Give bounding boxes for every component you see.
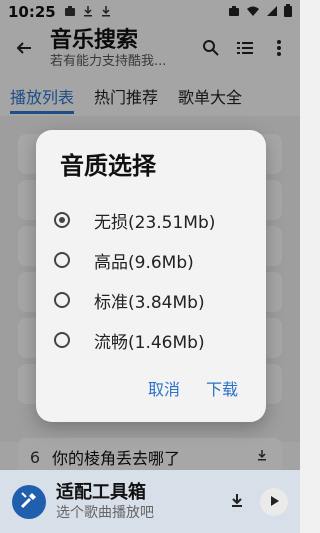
player-actions	[226, 487, 288, 516]
player-title: 适配工具箱	[56, 481, 146, 503]
player-text: 适配工具箱 选个歌曲播放吧	[56, 482, 226, 522]
app-logo	[12, 484, 46, 519]
tools-icon	[19, 490, 39, 514]
dialog-title: 音质选择	[60, 152, 156, 180]
quality-option-high[interactable]: 高品(9.6Mb)	[54, 240, 254, 280]
dialog-actions: 取消 下载	[148, 376, 238, 400]
radio-unchecked-icon[interactable]	[54, 292, 70, 308]
quality-option-lossless[interactable]: 无损(23.51Mb)	[54, 200, 254, 240]
player-download-button[interactable]	[226, 491, 248, 513]
radio-unchecked-icon[interactable]	[54, 332, 70, 348]
play-icon	[268, 492, 280, 511]
player-subtitle: 选个歌曲播放吧	[56, 504, 154, 521]
play-button[interactable]	[260, 487, 288, 516]
radio-checked-icon[interactable]	[54, 212, 70, 228]
download-button[interactable]: 下载	[206, 376, 238, 400]
quality-option-label: 标准(3.84Mb)	[94, 292, 205, 313]
quality-option-label: 无损(23.51Mb)	[94, 212, 216, 233]
download-icon	[229, 492, 245, 512]
cancel-button[interactable]: 取消	[148, 376, 180, 400]
mini-player[interactable]: 适配工具箱 选个歌曲播放吧	[0, 470, 300, 533]
quality-option-standard[interactable]: 标准(3.84Mb)	[54, 280, 254, 320]
quality-options: 无损(23.51Mb) 高品(9.6Mb) 标准(3.84Mb) 流畅(1.46…	[54, 200, 254, 360]
quality-dialog: 音质选择 无损(23.51Mb) 高品(9.6Mb) 标准(3.84Mb) 流畅…	[36, 130, 266, 422]
quality-option-label: 高品(9.6Mb)	[94, 252, 194, 273]
radio-unchecked-icon[interactable]	[54, 252, 70, 268]
quality-option-smooth[interactable]: 流畅(1.46Mb)	[54, 320, 254, 360]
quality-option-label: 流畅(1.46Mb)	[94, 332, 205, 353]
